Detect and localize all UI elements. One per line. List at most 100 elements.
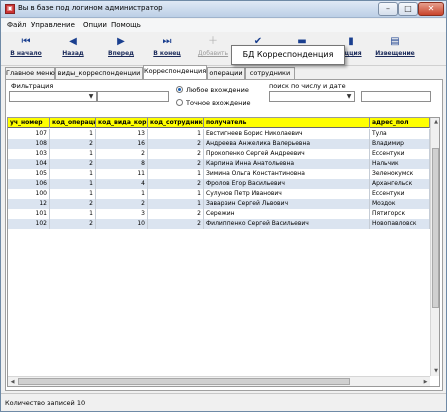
notice-button[interactable]: ▤ Извещение xyxy=(373,34,417,64)
table-row[interactable]: 106 1 4 2 Фролов Егор Васильевич Архангельск xyxy=(8,179,430,189)
table-cell[interactable]: 100 xyxy=(8,189,50,199)
column-header[interactable]: код_вида_кор xyxy=(96,118,148,128)
column-header[interactable]: код_сотрудника xyxy=(148,118,204,128)
table-cell[interactable]: 1 xyxy=(148,169,204,179)
table-cell[interactable]: Ессентуки xyxy=(370,189,430,199)
vertical-scrollbar[interactable]: ▲ ▼ xyxy=(430,118,439,376)
table-cell[interactable]: Владимир xyxy=(370,139,430,149)
table-cell[interactable]: Пятигорск xyxy=(370,209,430,219)
vertical-scroll-thumb[interactable] xyxy=(432,148,439,308)
search-input[interactable] xyxy=(361,91,431,102)
table-cell[interactable]: 1 xyxy=(50,149,96,159)
table-cell[interactable]: Тула xyxy=(370,129,430,139)
table-row[interactable]: 107 1 13 1 Евстигнеев Борис Николаевич Тула xyxy=(8,129,430,139)
table-cell[interactable]: 1 xyxy=(148,199,204,209)
table-cell[interactable]: 1 xyxy=(50,129,96,139)
table-cell[interactable]: Прокопенко Сергей Андреевич xyxy=(204,149,370,159)
add-record-button[interactable]: ＋ Добавить xyxy=(193,34,233,64)
table-cell[interactable]: 4 xyxy=(96,179,148,189)
minimize-button[interactable]: – xyxy=(378,2,398,16)
table-cell[interactable]: 103 xyxy=(8,149,50,159)
table-cell[interactable]: 1 xyxy=(50,209,96,219)
table-cell[interactable]: 11 xyxy=(96,169,148,179)
column-header[interactable]: адрес_пол xyxy=(370,118,430,128)
table-cell[interactable]: 8 xyxy=(96,159,148,169)
horizontal-scrollbar[interactable]: ◀ ▶ xyxy=(8,376,430,386)
table-cell[interactable]: Ессентуки xyxy=(370,149,430,159)
scroll-up-icon[interactable]: ▲ xyxy=(431,118,439,127)
table-cell[interactable]: 1 xyxy=(148,129,204,139)
table-cell[interactable]: 106 xyxy=(8,179,50,189)
first-record-button[interactable]: ⏮ В начало xyxy=(5,34,47,64)
table-cell[interactable]: 1 xyxy=(50,189,96,199)
tab-correspondence[interactable]: Корреспонденция xyxy=(143,65,207,79)
table-cell[interactable]: 107 xyxy=(8,129,50,139)
table-cell[interactable]: 2 xyxy=(148,139,204,149)
table-cell[interactable]: 2 xyxy=(148,159,204,169)
table-cell[interactable]: 2 xyxy=(50,199,96,209)
table-cell[interactable]: 108 xyxy=(8,139,50,149)
table-cell[interactable]: 101 xyxy=(8,209,50,219)
table-cell[interactable]: 2 xyxy=(148,179,204,189)
table-cell[interactable]: 1 xyxy=(96,189,148,199)
table-cell[interactable]: 12 xyxy=(8,199,50,209)
table-row[interactable]: 103 1 2 2 Прокопенко Сергей Андреевич Ессенту… xyxy=(8,149,430,159)
tab-employees[interactable]: сотрудники xyxy=(245,67,295,79)
menu-help[interactable]: Помощь xyxy=(111,21,141,29)
radio-exact-match[interactable] xyxy=(176,99,183,106)
table-cell[interactable]: 1 xyxy=(50,169,96,179)
table-cell[interactable]: 2 xyxy=(50,159,96,169)
table-cell[interactable]: Зимина Ольга Константиновна xyxy=(204,169,370,179)
tab-operations[interactable]: операции xyxy=(207,67,245,79)
table-cell[interactable]: Сулунов Петр Иванович xyxy=(204,189,370,199)
table-cell[interactable]: 2 xyxy=(148,209,204,219)
tab-main-menu[interactable]: Главное меню xyxy=(5,67,55,79)
table-row[interactable]: 101 1 3 2 Сережин Пятигорск xyxy=(8,209,430,219)
table-cell[interactable]: 3 xyxy=(96,209,148,219)
menu-manage[interactable]: Управление xyxy=(31,21,75,29)
table-cell[interactable]: 2 xyxy=(96,199,148,209)
horizontal-scroll-thumb[interactable] xyxy=(18,378,350,385)
table-cell[interactable]: 2 xyxy=(50,219,96,229)
menu-options[interactable]: Опции xyxy=(83,21,107,29)
table-row[interactable]: 100 1 1 1 Сулунов Петр Иванович Ессентуки xyxy=(8,189,430,199)
table-cell[interactable]: Нальчик xyxy=(370,159,430,169)
scroll-right-icon[interactable]: ▶ xyxy=(421,377,430,386)
table-cell[interactable]: Зеленокумск xyxy=(370,169,430,179)
table-cell[interactable]: Моздок xyxy=(370,199,430,209)
table-row[interactable]: 104 2 8 2 Карпина Инна Анатольевна Нальчик xyxy=(8,159,430,169)
search-field-select[interactable]: ▼ xyxy=(269,91,355,102)
last-record-button[interactable]: ⏭ В конец xyxy=(147,34,187,64)
filter-value-input[interactable] xyxy=(97,91,169,102)
column-header[interactable]: уч_номер xyxy=(8,118,50,128)
table-cell[interactable]: Архангельск xyxy=(370,179,430,189)
table-cell[interactable]: 102 xyxy=(8,219,50,229)
next-record-button[interactable]: ▶ Вперед xyxy=(103,34,139,64)
table-cell[interactable]: 104 xyxy=(8,159,50,169)
close-button[interactable]: ✕ xyxy=(418,2,444,16)
menu-file[interactable]: Файл xyxy=(7,21,26,29)
table-row[interactable]: 108 2 16 2 Андреева Анжелика Валерьевна Влади… xyxy=(8,139,430,149)
table-cell[interactable]: 2 xyxy=(148,219,204,229)
table-cell[interactable]: Новопавловск xyxy=(370,219,430,229)
app-icon[interactable]: ▣ xyxy=(5,4,15,14)
scroll-down-icon[interactable]: ▼ xyxy=(431,367,439,376)
previous-record-button[interactable]: ◀ Назад xyxy=(55,34,91,64)
table-cell[interactable]: 2 xyxy=(148,149,204,159)
filter-field-select[interactable]: ▼ xyxy=(9,91,97,102)
table-cell[interactable]: 105 xyxy=(8,169,50,179)
maximize-button[interactable]: □ xyxy=(398,2,418,16)
table-cell[interactable]: 2 xyxy=(96,149,148,159)
table-cell[interactable]: Карпина Инна Анатольевна xyxy=(204,159,370,169)
table-row[interactable]: 12 2 2 1 Заварзин Сергей Львович Моздок xyxy=(8,199,430,209)
scroll-left-icon[interactable]: ◀ xyxy=(8,377,17,386)
table-cell[interactable]: Сережин xyxy=(204,209,370,219)
tab-correspondence-types[interactable]: виды_корреспонденции xyxy=(55,67,143,79)
table-cell[interactable]: Евстигнеев Борис Николаевич xyxy=(204,129,370,139)
table-cell[interactable]: 13 xyxy=(96,129,148,139)
table-cell[interactable]: 10 xyxy=(96,219,148,229)
table-cell[interactable]: Фролов Егор Васильевич xyxy=(204,179,370,189)
radio-any-match[interactable] xyxy=(176,86,183,93)
table-cell[interactable]: Андреева Анжелика Валерьевна xyxy=(204,139,370,149)
table-cell[interactable]: 16 xyxy=(96,139,148,149)
